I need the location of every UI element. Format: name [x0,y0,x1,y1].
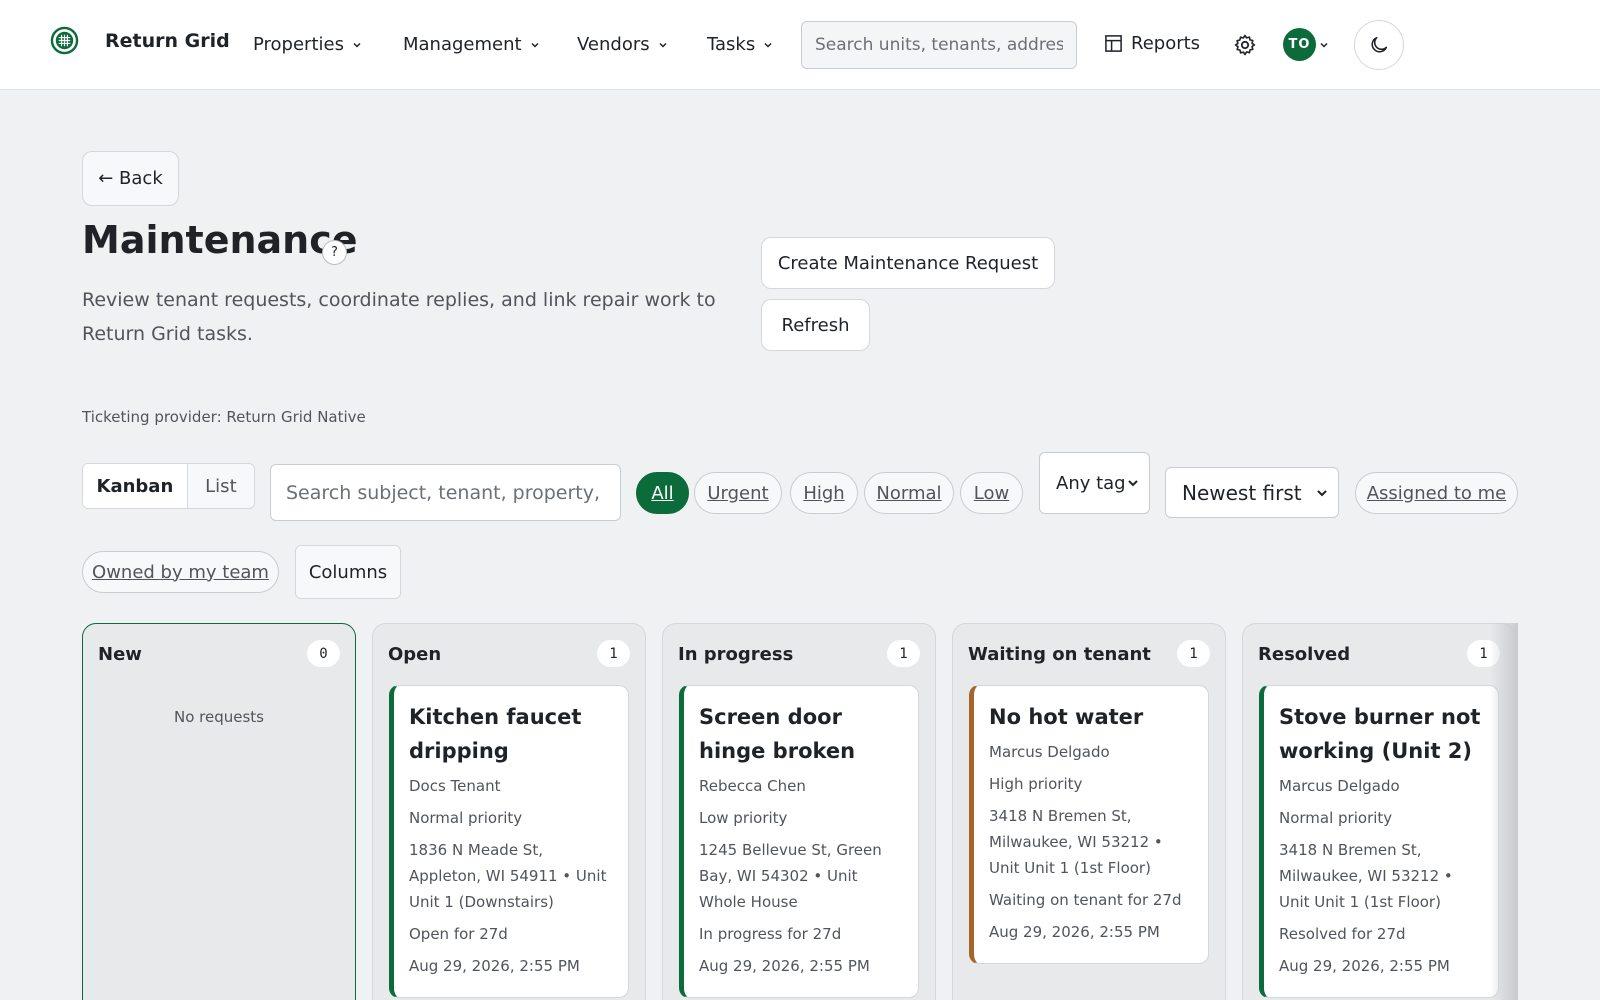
card-priority: Low priority [699,809,788,827]
assigned-to-me-chip[interactable]: Assigned to me [1355,472,1518,514]
card-address: 3418 N Bremen St, Milwaukee, WI 53212 • … [1279,841,1453,911]
card-date: Aug 29, 2026, 2:55 PM [1279,957,1450,975]
card-status: Waiting on tenant for 27d [989,891,1182,909]
card-status: In progress for 27d [699,925,842,943]
nav-properties-label: Properties [253,34,344,55]
priority-chip-high[interactable]: High [790,472,858,514]
card-tenant: Rebecca Chen [699,777,806,795]
chevron-down-icon [659,42,667,48]
view-toggle: Kanban List [82,463,255,509]
card-title: Stove burner not working (Unit 2) [1279,705,1481,763]
brand-name[interactable]: Return Grid [105,30,230,52]
column-title: In progress [678,644,794,665]
request-card[interactable]: No hot water Marcus Delgado High priorit… [969,685,1209,964]
chevron-down-icon [353,42,361,48]
help-icon[interactable]: ? [322,240,347,265]
nav-tasks-label: Tasks [707,34,756,55]
empty-column-text: No requests [174,708,264,726]
card-date: Aug 29, 2026, 2:55 PM [989,923,1160,941]
back-button[interactable]: ← Back [82,151,179,206]
column-resolved: Resolved 1 Stove burner not working (Uni… [1242,623,1516,1000]
column-waiting-on-tenant: Waiting on tenant 1 No hot water Marcus … [952,623,1226,1000]
card-tenant: Marcus Delgado [989,743,1110,761]
reports-label: Reports [1131,33,1201,54]
card-title: Screen door hinge broken [699,705,856,763]
moon-icon [1371,36,1388,53]
card-title: Kitchen faucet dripping [409,705,582,763]
view-list-button[interactable]: List [188,464,254,508]
board-scroll-fade [1490,623,1518,1000]
nav-tasks[interactable]: Tasks [707,34,773,55]
page-title: Maintenance [82,218,358,262]
theme-toggle-button[interactable] [1354,20,1404,70]
card-status: Open for 27d [409,925,508,943]
card-tenant: Marcus Delgado [1279,777,1400,795]
top-navigation-bar: Return Grid Properties Management Vendor… [0,0,1600,90]
priority-chip-low[interactable]: Low [960,472,1023,514]
owned-by-my-team-chip[interactable]: Owned by my team [82,551,279,593]
column-title: New [98,644,142,665]
request-search-input[interactable] [270,464,621,521]
card-address: 3418 N Bremen St, Milwaukee, WI 53212 • … [989,807,1163,877]
column-title: Waiting on tenant [968,644,1151,665]
sort-select-value: Newest first [1182,480,1302,505]
card-status: Resolved for 27d [1279,925,1406,943]
nav-vendors[interactable]: Vendors [577,34,668,55]
nav-properties[interactable]: Properties [253,34,362,55]
column-title: Open [388,644,442,665]
column-title: Resolved [1258,644,1351,665]
request-card[interactable]: Kitchen faucet dripping Docs Tenant Norm… [389,685,629,998]
card-address: 1245 Bellevue St, Green Bay, WI 54302 • … [699,841,882,911]
request-card[interactable]: Stove burner not working (Unit 2) Marcus… [1259,685,1499,998]
column-count-badge: 0 [307,640,340,667]
column-in-progress: In progress 1 Screen door hinge broken R… [662,623,936,1000]
chevron-down-icon [531,42,539,48]
tag-select[interactable]: Any tag [1039,452,1150,514]
column-count-badge: 1 [597,640,630,667]
card-date: Aug 29, 2026, 2:55 PM [409,957,580,975]
card-priority: High priority [989,775,1083,793]
kanban-board: New 0 No requests Open 1 Kitchen faucet … [82,623,1518,1000]
column-open: Open 1 Kitchen faucet dripping Docs Tena… [372,623,646,1000]
columns-button[interactable]: Columns [295,545,401,599]
card-priority: Normal priority [409,809,523,827]
create-maintenance-request-button[interactable]: Create Maintenance Request [761,237,1055,289]
priority-chip-all[interactable]: All [636,472,689,514]
reports-link[interactable]: Reports [1104,33,1200,54]
grid-logo-icon[interactable] [50,26,79,55]
request-card[interactable]: Screen door hinge broken Rebecca Chen Lo… [679,685,919,998]
column-count-badge: 1 [887,640,920,667]
column-count-badge: 1 [1177,640,1210,667]
chevron-down-icon [1317,489,1327,496]
card-date: Aug 29, 2026, 2:55 PM [699,957,870,975]
avatar: TO [1283,28,1316,61]
nav-management[interactable]: Management [403,34,540,55]
priority-chip-urgent[interactable]: Urgent [694,472,782,514]
card-tenant: Docs Tenant [409,777,501,795]
refresh-button[interactable]: Refresh [761,299,870,351]
page-subtitle: Review tenant requests, coordinate repli… [82,289,716,345]
user-menu[interactable]: TO [1283,28,1329,61]
column-new: New 0 No requests [82,623,356,1000]
gear-icon[interactable] [1233,33,1257,57]
card-priority: Normal priority [1279,809,1393,827]
nav-management-label: Management [403,34,522,55]
card-address: 1836 N Meade St, Appleton, WI 54911 • Un… [409,841,607,911]
tag-select-value: Any tag [1056,472,1126,494]
chevron-down-icon [764,42,772,48]
table-icon [1105,35,1122,52]
view-kanban-button[interactable]: Kanban [83,464,188,508]
sort-select[interactable]: Newest first [1165,467,1339,518]
priority-chip-normal[interactable]: Normal [864,472,954,514]
global-search-input[interactable] [801,21,1077,69]
card-title: No hot water [989,705,1144,729]
chevron-down-icon [1128,480,1138,487]
chevron-down-icon [1320,42,1328,48]
nav-vendors-label: Vendors [577,34,650,55]
ticketing-provider-text: Ticketing provider: Return Grid Native [82,408,366,426]
